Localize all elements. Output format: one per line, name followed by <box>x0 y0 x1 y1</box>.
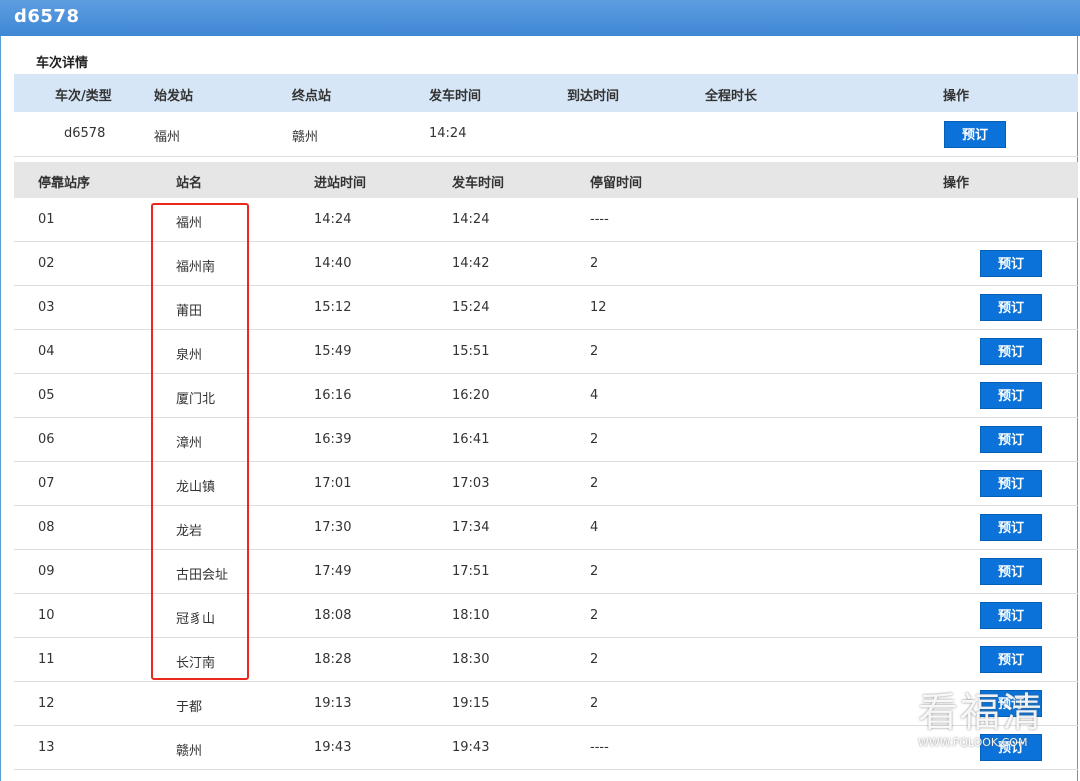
stay-time: 2 <box>590 696 599 711</box>
arrive-time: 14:24 <box>314 212 352 227</box>
depart-time: 17:34 <box>452 520 490 535</box>
train-origin: 福州 <box>154 130 181 145</box>
depart-time: 15:51 <box>452 344 490 359</box>
depart-time: 15:24 <box>452 300 490 315</box>
col-arrive: 到达时间 <box>567 89 620 104</box>
stop-seq: 01 <box>38 212 55 227</box>
depart-time: 18:30 <box>452 652 490 667</box>
depart-time: 19:43 <box>452 740 490 755</box>
book-button[interactable]: 预订 <box>980 470 1042 497</box>
book-button[interactable]: 预订 <box>980 426 1042 453</box>
stops-header-row: 停靠站序 站名 进站时间 发车时间 停留时间 操作 <box>14 162 1078 198</box>
stop-seq: 10 <box>38 608 55 623</box>
book-button[interactable]: 预订 <box>980 338 1042 365</box>
train-header-row: 车次/类型 始发站 终点站 发车时间 到达时间 全程时长 操作 <box>14 74 1078 112</box>
stay-time: 4 <box>590 388 599 403</box>
col-duration: 全程时长 <box>705 89 758 104</box>
depart-time: 14:42 <box>452 256 490 271</box>
stay-time: ---- <box>590 740 609 755</box>
title-bar: d6578 <box>0 0 1080 36</box>
depart-time: 17:51 <box>452 564 490 579</box>
col-depart: 发车时间 <box>429 89 482 104</box>
col-station-name: 站名 <box>176 176 203 191</box>
depart-time: 17:03 <box>452 476 490 491</box>
arrive-time: 17:01 <box>314 476 352 491</box>
col-arrive-time: 进站时间 <box>314 176 367 191</box>
stay-time: 2 <box>590 564 599 579</box>
depart-time: 18:10 <box>452 608 490 623</box>
stop-seq: 08 <box>38 520 55 535</box>
stay-time: 2 <box>590 432 599 447</box>
stop-seq: 11 <box>38 652 55 667</box>
train-row: d6578 福州 赣州 14:24 预订 <box>14 112 1078 157</box>
col-destination: 终点站 <box>292 89 332 104</box>
book-button[interactable]: 预订 <box>980 602 1042 629</box>
depart-time: 16:20 <box>452 388 490 403</box>
station-name: 于都 <box>176 700 203 715</box>
stay-time: 2 <box>590 344 599 359</box>
stay-time: 2 <box>590 476 599 491</box>
stop-seq: 13 <box>38 740 55 755</box>
stay-time: 2 <box>590 652 599 667</box>
stay-time: ---- <box>590 212 609 227</box>
arrive-time: 17:30 <box>314 520 352 535</box>
arrive-time: 17:49 <box>314 564 352 579</box>
col-depart-time: 发车时间 <box>452 176 505 191</box>
col-action: 操作 <box>943 89 970 104</box>
book-button[interactable]: 预订 <box>980 646 1042 673</box>
watermark-en: WWW.FQLOOK.COM <box>918 736 1028 749</box>
section-label: 车次详情 <box>36 56 89 71</box>
book-button[interactable]: 预订 <box>980 558 1042 585</box>
stop-seq: 09 <box>38 564 55 579</box>
station-name: 赣州 <box>176 744 203 759</box>
stop-seq: 04 <box>38 344 55 359</box>
train-destination: 赣州 <box>292 130 319 145</box>
book-button[interactable]: 预订 <box>980 250 1042 277</box>
stop-seq: 06 <box>38 432 55 447</box>
col-stop-seq: 停靠站序 <box>38 176 91 191</box>
depart-time: 19:15 <box>452 696 490 711</box>
arrive-time: 18:08 <box>314 608 352 623</box>
book-button[interactable]: 预订 <box>980 294 1042 321</box>
arrive-time: 14:40 <box>314 256 352 271</box>
col-origin: 始发站 <box>154 89 194 104</box>
stay-time: 4 <box>590 520 599 535</box>
col-stay-time: 停留时间 <box>590 176 643 191</box>
arrive-time: 15:12 <box>314 300 352 315</box>
col-stop-action: 操作 <box>943 176 970 191</box>
stay-time: 2 <box>590 256 599 271</box>
stay-time: 2 <box>590 608 599 623</box>
arrive-time: 16:39 <box>314 432 352 447</box>
watermark: 看福清 WWW.FQLOOK.COM <box>918 690 1068 770</box>
stop-seq: 07 <box>38 476 55 491</box>
stay-time: 12 <box>590 300 607 315</box>
arrive-time: 18:28 <box>314 652 352 667</box>
stop-seq: 02 <box>38 256 55 271</box>
col-train-type: 车次/类型 <box>55 89 112 104</box>
train-depart-time: 14:24 <box>429 126 467 141</box>
stop-seq: 12 <box>38 696 55 711</box>
train-number: d6578 <box>64 126 106 141</box>
arrive-time: 19:13 <box>314 696 352 711</box>
arrive-time: 16:16 <box>314 388 352 403</box>
station-highlight-box <box>151 203 249 680</box>
book-button[interactable]: 预订 <box>944 121 1006 148</box>
book-button[interactable]: 预订 <box>980 514 1042 541</box>
stop-seq: 05 <box>38 388 55 403</box>
depart-time: 16:41 <box>452 432 490 447</box>
watermark-cn: 看福清 <box>918 690 1044 736</box>
arrive-time: 15:49 <box>314 344 352 359</box>
arrive-time: 19:43 <box>314 740 352 755</box>
window-title: d6578 <box>14 6 80 27</box>
book-button[interactable]: 预订 <box>980 382 1042 409</box>
stop-seq: 03 <box>38 300 55 315</box>
depart-time: 14:24 <box>452 212 490 227</box>
